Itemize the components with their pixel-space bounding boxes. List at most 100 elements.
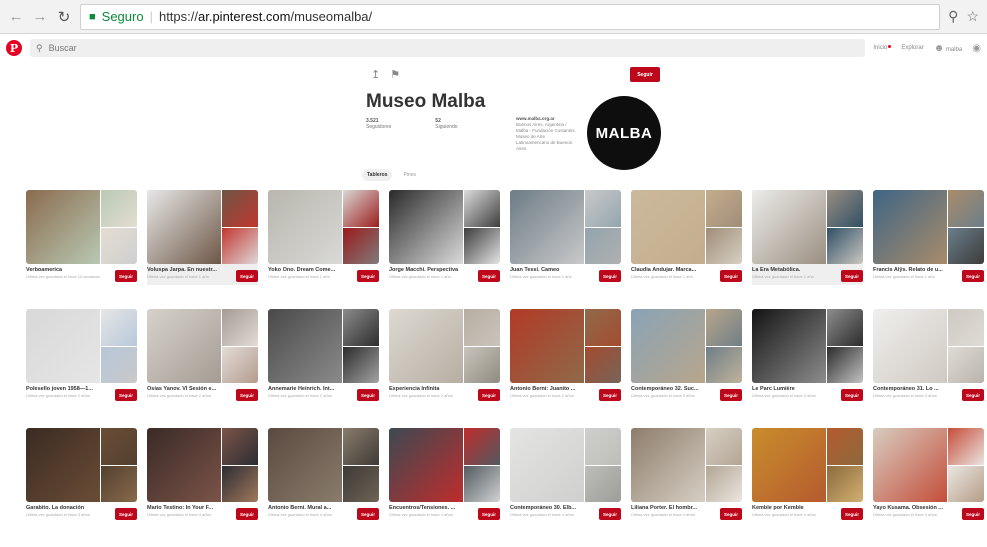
board-title[interactable]: Kemble por Kemble bbox=[752, 505, 830, 511]
board-title[interactable]: Juan Tessi. Cameo bbox=[510, 267, 588, 273]
board-title[interactable]: Jorge Macchi. Perspectiva bbox=[389, 267, 467, 273]
follow-board-button[interactable]: Seguir bbox=[115, 508, 137, 520]
tab-boards[interactable]: Tableros bbox=[362, 169, 393, 181]
follow-board-button[interactable]: Seguir bbox=[841, 508, 863, 520]
follow-profile-button[interactable]: Seguir bbox=[630, 67, 660, 82]
zoom-icon[interactable]: ⚲ bbox=[948, 8, 958, 25]
board-cover[interactable] bbox=[147, 428, 258, 502]
board-title[interactable]: Voluspa Jarpa. En nuestr... bbox=[147, 267, 225, 273]
board-card[interactable]: Juan Tessi. Cameo Última vez guardado el … bbox=[510, 190, 621, 285]
board-title[interactable]: Le Parc Lumière bbox=[752, 386, 830, 392]
follow-board-button[interactable]: Seguir bbox=[599, 508, 621, 520]
board-card[interactable]: Francis Alÿs. Relato de u... Última vez g… bbox=[873, 190, 984, 285]
follow-board-button[interactable]: Seguir bbox=[599, 389, 621, 401]
board-title[interactable]: La Era Metabólica. bbox=[752, 267, 830, 273]
board-cover[interactable] bbox=[268, 309, 379, 383]
board-card[interactable]: Antonio Berni: Juanito ... Última vez gua… bbox=[510, 309, 621, 404]
board-cover[interactable] bbox=[510, 309, 621, 383]
board-title[interactable]: Francis Alÿs. Relato de u... bbox=[873, 267, 951, 273]
board-card[interactable]: Voluspa Jarpa. En nuestr... Última vez gu… bbox=[147, 190, 258, 285]
following-stat[interactable]: 52 Siguiendo bbox=[435, 118, 457, 130]
board-card[interactable]: Encuentros/Tensiones. ... Última vez guar… bbox=[389, 428, 500, 523]
follow-board-button[interactable]: Seguir bbox=[115, 270, 137, 282]
board-cover[interactable] bbox=[752, 309, 863, 383]
board-card[interactable]: Garabito. La donación Última vez guardado… bbox=[26, 428, 137, 523]
nav-home[interactable]: Inicio bbox=[873, 45, 892, 51]
follow-board-button[interactable]: Seguir bbox=[236, 270, 258, 282]
nav-explore[interactable]: Explorar bbox=[901, 45, 923, 51]
board-title[interactable]: Yoko Ono. Dream Come... bbox=[268, 267, 346, 273]
board-card[interactable]: Liliana Porter. El hombr... Última vez gu… bbox=[631, 428, 742, 523]
search-input[interactable]: ⚲ Buscar bbox=[30, 39, 866, 57]
follow-board-button[interactable]: Seguir bbox=[841, 270, 863, 282]
board-card[interactable]: Annemarie Heinrich. Int... Última vez gua… bbox=[268, 309, 379, 404]
follow-board-button[interactable]: Seguir bbox=[115, 389, 137, 401]
board-cover[interactable] bbox=[389, 190, 500, 264]
address-bar[interactable]: ■ Seguro | https://ar.pinterest.com/muse… bbox=[80, 3, 941, 30]
flag-icon[interactable]: ⚑ bbox=[390, 68, 400, 81]
board-title[interactable]: Mario Testino: In Your F... bbox=[147, 505, 225, 511]
follow-board-button[interactable]: Seguir bbox=[478, 389, 500, 401]
follow-board-button[interactable]: Seguir bbox=[720, 389, 742, 401]
board-cover[interactable] bbox=[268, 428, 379, 502]
board-cover[interactable] bbox=[389, 309, 500, 383]
follow-board-button[interactable]: Seguir bbox=[962, 389, 984, 401]
share-icon[interactable]: ↥ bbox=[371, 68, 380, 81]
board-card[interactable]: Yoko Ono. Dream Come... Última vez guarda… bbox=[268, 190, 379, 285]
board-card[interactable]: Le Parc Lumière Última vez guardado el ha… bbox=[752, 309, 863, 404]
board-title[interactable]: Encuentros/Tensiones. ... bbox=[389, 505, 467, 511]
board-card[interactable]: Contemporáneo 32. Suc... Última vez guard… bbox=[631, 309, 742, 404]
board-title[interactable]: Experiencia Infinita bbox=[389, 386, 467, 392]
board-cover[interactable] bbox=[873, 309, 984, 383]
board-title[interactable]: Yayo Kusama. Obsesión ... bbox=[873, 505, 951, 511]
board-cover[interactable] bbox=[26, 309, 137, 383]
board-cover[interactable] bbox=[510, 428, 621, 502]
board-cover[interactable] bbox=[873, 190, 984, 264]
tab-pins[interactable]: Pines bbox=[398, 169, 421, 181]
board-cover[interactable] bbox=[631, 190, 742, 264]
board-card[interactable]: Contemporáneo 31. Lo ... Última vez guard… bbox=[873, 309, 984, 404]
follow-board-button[interactable]: Seguir bbox=[478, 270, 500, 282]
messages-icon[interactable]: ◉ bbox=[972, 43, 981, 54]
follow-board-button[interactable]: Seguir bbox=[357, 389, 379, 401]
follow-board-button[interactable]: Seguir bbox=[720, 270, 742, 282]
board-cover[interactable] bbox=[147, 309, 258, 383]
board-cover[interactable] bbox=[510, 190, 621, 264]
pinterest-logo-icon[interactable]: P bbox=[6, 40, 22, 56]
board-card[interactable]: Experiencia Infinita Última vez guardado … bbox=[389, 309, 500, 404]
follow-board-button[interactable]: Seguir bbox=[720, 508, 742, 520]
follow-board-button[interactable]: Seguir bbox=[962, 508, 984, 520]
board-card[interactable]: Yayo Kusama. Obsesión ... Última vez guar… bbox=[873, 428, 984, 523]
follow-board-button[interactable]: Seguir bbox=[841, 389, 863, 401]
follow-board-button[interactable]: Seguir bbox=[599, 270, 621, 282]
board-title[interactable]: Antonio Berni. Mural a... bbox=[268, 505, 346, 511]
board-title[interactable]: Contemporáneo 31. Lo ... bbox=[873, 386, 951, 392]
board-title[interactable]: Garabito. La donación bbox=[26, 505, 104, 511]
board-card[interactable]: Kemble por Kemble Última vez guardado el … bbox=[752, 428, 863, 523]
board-title[interactable]: Claudia Andujar. Marca... bbox=[631, 267, 709, 273]
board-cover[interactable] bbox=[389, 428, 500, 502]
board-title[interactable]: Annemarie Heinrich. Int... bbox=[268, 386, 346, 392]
followers-stat[interactable]: 3.521 Seguidores bbox=[366, 118, 391, 130]
board-card[interactable]: Contemporáneo 30. Elb... Última vez guard… bbox=[510, 428, 621, 523]
board-cover[interactable] bbox=[631, 428, 742, 502]
follow-board-button[interactable]: Seguir bbox=[236, 389, 258, 401]
board-title[interactable]: Contemporáneo 30. Elb... bbox=[510, 505, 588, 511]
board-cover[interactable] bbox=[147, 190, 258, 264]
board-title[interactable]: Osías Yanov. VI Sesión e... bbox=[147, 386, 225, 392]
board-cover[interactable] bbox=[873, 428, 984, 502]
board-card[interactable]: Mario Testino: In Your F... Última vez gu… bbox=[147, 428, 258, 523]
board-card[interactable]: La Era Metabólica. Última vez guardado el… bbox=[752, 190, 863, 285]
board-title[interactable]: Liliana Porter. El hombr... bbox=[631, 505, 709, 511]
nav-profile[interactable]: ☻ malba bbox=[934, 43, 963, 54]
board-cover[interactable] bbox=[752, 190, 863, 264]
board-cover[interactable] bbox=[26, 190, 137, 264]
board-cover[interactable] bbox=[752, 428, 863, 502]
board-title[interactable]: Verboamerica bbox=[26, 267, 104, 273]
board-cover[interactable] bbox=[631, 309, 742, 383]
follow-board-button[interactable]: Seguir bbox=[236, 508, 258, 520]
reload-icon[interactable]: ↻ bbox=[56, 9, 72, 26]
board-card[interactable]: Verboamerica Última vez guardado el hace … bbox=[26, 190, 137, 285]
board-card[interactable]: Claudia Andujar. Marca... Última vez guar… bbox=[631, 190, 742, 285]
forward-icon[interactable]: → bbox=[32, 8, 48, 25]
